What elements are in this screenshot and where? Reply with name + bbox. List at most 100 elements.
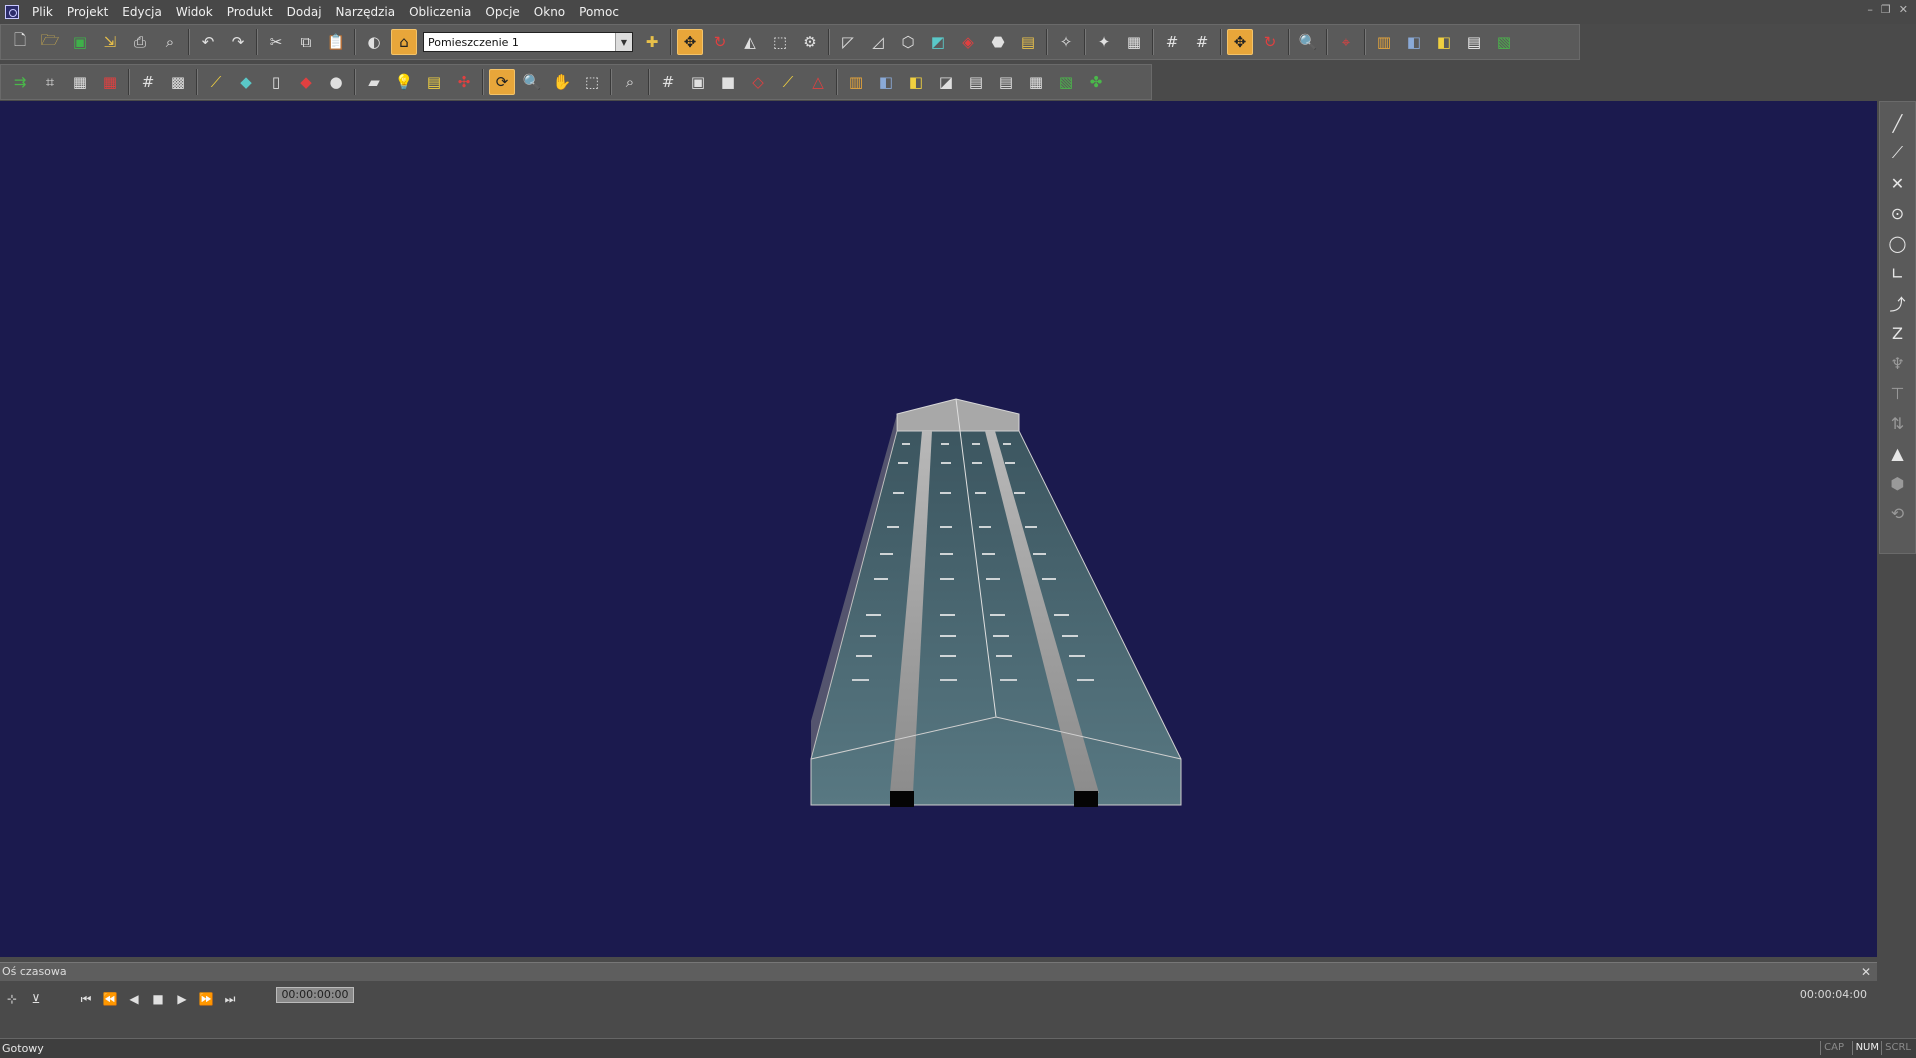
- move-icon[interactable]: ✥: [677, 29, 703, 55]
- green-a-icon[interactable]: ▧: [1053, 69, 1079, 95]
- report-color-icon[interactable]: ▧: [1491, 29, 1517, 55]
- probe-icon[interactable]: ✧: [1053, 29, 1079, 55]
- transform-icon[interactable]: ⬚: [767, 29, 793, 55]
- polyline-icon[interactable]: ⟋: [1884, 139, 1912, 167]
- room-select[interactable]: Pomieszczenie 1 ▼: [423, 32, 633, 52]
- orbit-icon[interactable]: ⟳: [489, 69, 515, 95]
- minimize-button[interactable]: –: [1867, 3, 1873, 16]
- angle-icon[interactable]: ∟: [1884, 259, 1912, 287]
- spot-icon[interactable]: ⟋: [775, 69, 801, 95]
- cut-icon[interactable]: ✂: [263, 29, 289, 55]
- sphere-icon[interactable]: ●: [323, 69, 349, 95]
- pan-icon[interactable]: ✋: [549, 69, 575, 95]
- import-icon[interactable]: ⇲: [97, 29, 123, 55]
- wall-icon[interactable]: ▯: [263, 69, 289, 95]
- new-file-icon[interactable]: 🗋: [7, 29, 33, 55]
- room-3d-scene[interactable]: [0, 101, 1877, 957]
- side-view-icon[interactable]: ◧: [873, 69, 899, 95]
- results-icon[interactable]: ▥: [1371, 29, 1397, 55]
- refresh-icon[interactable]: ⟲: [1884, 499, 1912, 527]
- zoom-fit-icon[interactable]: ⌕: [617, 69, 643, 95]
- slab-icon[interactable]: ◆: [233, 69, 259, 95]
- hammer-icon[interactable]: ⬣: [985, 29, 1011, 55]
- print-icon[interactable]: ⎙: [127, 29, 153, 55]
- play-back-icon[interactable]: ◀: [124, 989, 144, 1009]
- beam-icon[interactable]: ▰: [361, 69, 387, 95]
- paint-icon[interactable]: ◩: [925, 29, 951, 55]
- ring-icon[interactable]: ◯: [1884, 229, 1912, 257]
- doc-list-icon[interactable]: ▤: [993, 69, 1019, 95]
- paste-icon[interactable]: 📋: [323, 29, 349, 55]
- close-icon[interactable]: ✕: [1861, 963, 1871, 981]
- close-button[interactable]: ✕: [1899, 3, 1908, 16]
- hash-icon[interactable]: #: [135, 69, 161, 95]
- print-preview-icon[interactable]: ⌕: [157, 29, 183, 55]
- menu-opcje[interactable]: Opcje: [478, 0, 526, 24]
- render-icon[interactable]: ✦: [1091, 29, 1117, 55]
- light-bulb-icon[interactable]: 💡: [391, 69, 417, 95]
- persp-view-icon[interactable]: ◪: [933, 69, 959, 95]
- undo-icon[interactable]: ↶: [195, 29, 221, 55]
- line-icon[interactable]: ╱: [1884, 109, 1912, 137]
- plane-icon[interactable]: ◇: [745, 69, 771, 95]
- arrow-icon[interactable]: ⇅: [1884, 409, 1912, 437]
- copy-icon[interactable]: ⧉: [293, 29, 319, 55]
- snap-grid-icon[interactable]: #: [1189, 29, 1215, 55]
- move-active-icon[interactable]: ✥: [1227, 29, 1253, 55]
- menu-widok[interactable]: Widok: [169, 0, 220, 24]
- cube-yellow-icon[interactable]: ◧: [1431, 29, 1457, 55]
- chevron-down-icon[interactable]: ▼: [615, 33, 632, 51]
- film-icon[interactable]: ▦: [1121, 29, 1147, 55]
- calc-grid-icon[interactable]: ✣: [451, 69, 477, 95]
- doc-icon[interactable]: ▤: [963, 69, 989, 95]
- zoom-window-icon[interactable]: ⬚: [579, 69, 605, 95]
- lamp-up-icon[interactable]: ♆: [1884, 349, 1912, 377]
- cone-icon[interactable]: ▲: [1884, 439, 1912, 467]
- remove-keyframe-icon[interactable]: ⊻: [26, 989, 46, 1009]
- redo-icon[interactable]: ↷: [225, 29, 251, 55]
- edit-vertex-icon[interactable]: ◿: [865, 29, 891, 55]
- circle-icon[interactable]: ⊙: [1884, 199, 1912, 227]
- plan-view-icon[interactable]: ▣: [685, 69, 711, 95]
- save-icon[interactable]: ▣: [67, 29, 93, 55]
- grid-icon[interactable]: #: [1159, 29, 1185, 55]
- doc-table-icon[interactable]: ▦: [1023, 69, 1049, 95]
- select-vertex-icon[interactable]: ◸: [835, 29, 861, 55]
- cross-icon[interactable]: ✕: [1884, 169, 1912, 197]
- grid-b-icon[interactable]: ▦: [67, 69, 93, 95]
- rotate-icon-2[interactable]: ↻: [1257, 29, 1283, 55]
- room-view-icon[interactable]: ⌂: [391, 29, 417, 55]
- cube-icon[interactable]: ◧: [1401, 29, 1427, 55]
- floor-icon[interactable]: ◆: [293, 69, 319, 95]
- add-arrow-icon[interactable]: ⇉: [7, 69, 33, 95]
- scale-icon[interactable]: ◭: [737, 29, 763, 55]
- 3d-viewport[interactable]: [0, 101, 1877, 957]
- open-folder-icon[interactable]: 🗁: [37, 29, 63, 55]
- texture-icon[interactable]: ■: [715, 69, 741, 95]
- menu-narzedzia[interactable]: Narzędzia: [329, 0, 403, 24]
- prism-icon[interactable]: ⬢: [1884, 469, 1912, 497]
- menu-okno[interactable]: Okno: [527, 0, 572, 24]
- grid-c-icon[interactable]: ▦: [97, 69, 123, 95]
- grid-view-icon[interactable]: #: [655, 69, 681, 95]
- add-keyframe-icon[interactable]: ⊹: [2, 989, 22, 1009]
- prev-frame-icon[interactable]: ⏪: [100, 989, 120, 1009]
- menu-dodaj[interactable]: Dodaj: [280, 0, 329, 24]
- menu-obliczenia[interactable]: Obliczenia: [402, 0, 478, 24]
- timeline-current-time[interactable]: 00:00:00:00: [276, 987, 354, 1003]
- timeline-track[interactable]: 00:00:00:00: [276, 987, 1796, 1003]
- add-luminaire-icon[interactable]: ✚: [639, 29, 665, 55]
- top-view-icon[interactable]: ◧: [903, 69, 929, 95]
- zigzag-icon[interactable]: Z: [1884, 319, 1912, 347]
- app-logo-icon[interactable]: [5, 5, 19, 19]
- zoom-icon[interactable]: 🔍: [519, 69, 545, 95]
- play-icon[interactable]: ▶: [172, 989, 192, 1009]
- next-frame-icon[interactable]: ⏩: [196, 989, 216, 1009]
- calc-icon[interactable]: ▤: [421, 69, 447, 95]
- last-frame-icon[interactable]: ⏭: [220, 989, 240, 1009]
- menu-projekt[interactable]: Projekt: [60, 0, 115, 24]
- restore-button[interactable]: ❐: [1881, 3, 1891, 16]
- stop-icon[interactable]: ■: [148, 989, 168, 1009]
- tent-icon[interactable]: △: [805, 69, 831, 95]
- menu-pomoc[interactable]: Pomoc: [572, 0, 626, 24]
